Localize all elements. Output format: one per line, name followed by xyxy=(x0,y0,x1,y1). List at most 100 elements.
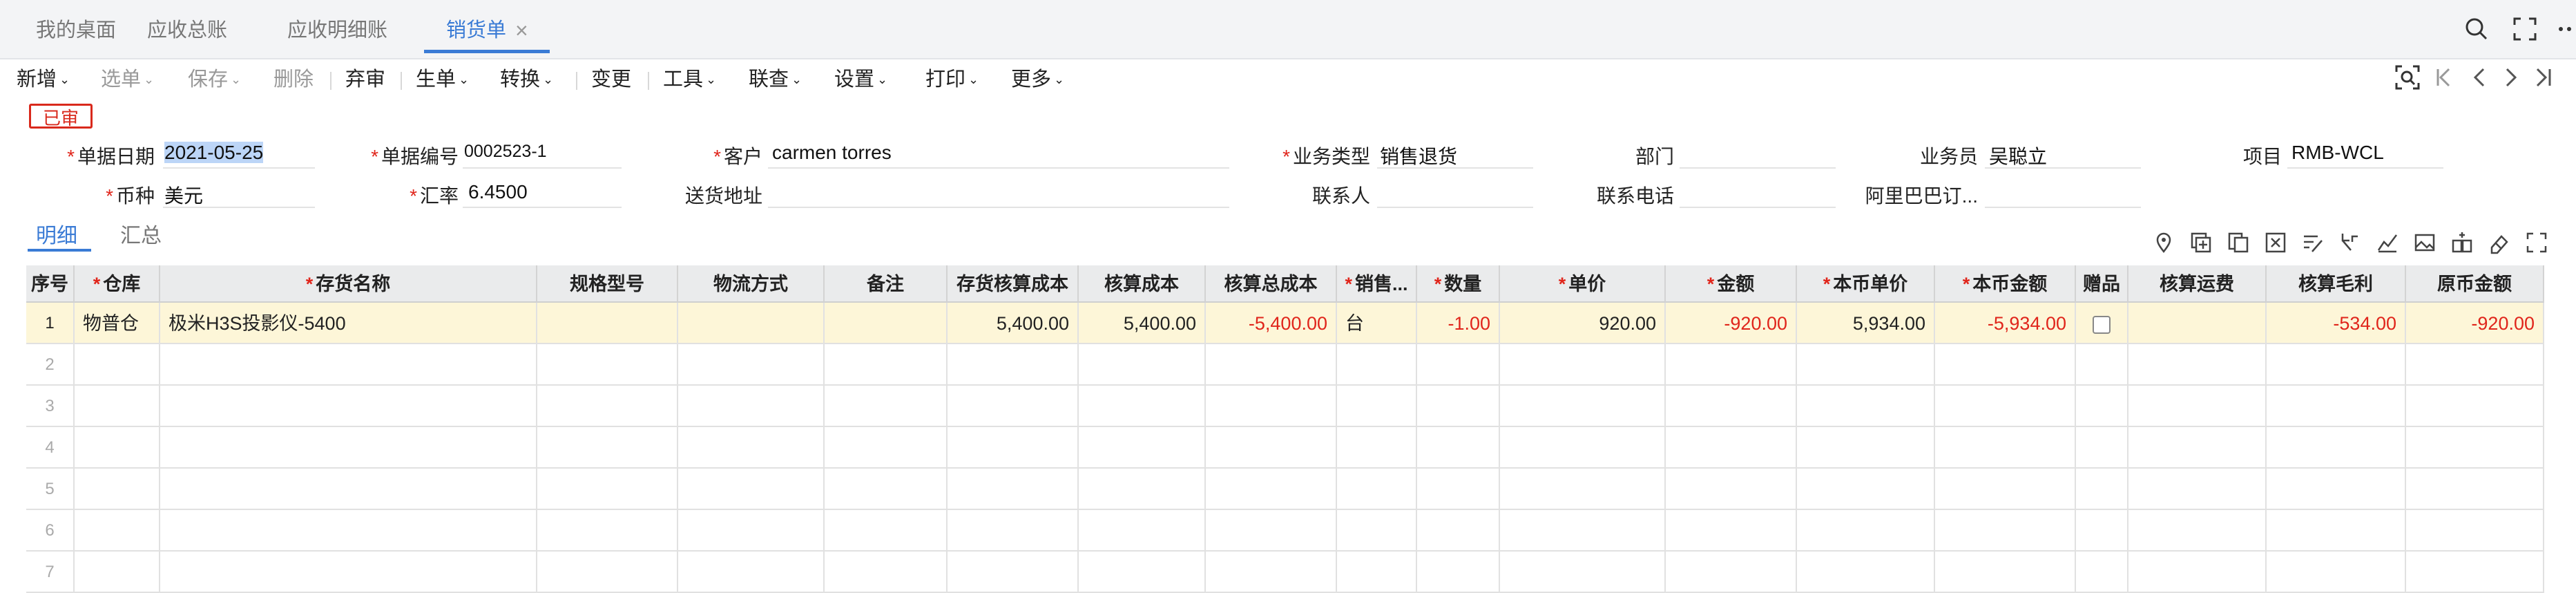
cell-spec[interactable] xyxy=(537,303,678,344)
cell-amount[interactable]: -920.00 xyxy=(1666,303,1797,344)
cell-spec[interactable] xyxy=(537,386,678,427)
cell-freight[interactable] xyxy=(2128,427,2267,469)
cell-inv_cost[interactable] xyxy=(948,386,1079,427)
subtab-summary[interactable]: 汇总 xyxy=(120,218,162,249)
cell-unit[interactable] xyxy=(1337,386,1417,427)
cell-amount[interactable] xyxy=(1666,427,1797,469)
customer-field[interactable]: carmen torres xyxy=(772,142,892,164)
cell-item[interactable]: 极米H3S投影仪-5400 xyxy=(160,303,537,344)
cell-unit[interactable] xyxy=(1337,469,1417,510)
col-header-price[interactable]: * 单价 xyxy=(1500,265,1666,303)
change-button[interactable]: 变更 xyxy=(591,58,631,101)
cell-amount[interactable] xyxy=(1666,469,1797,510)
settings-button[interactable]: 设置 ⌄ xyxy=(834,58,887,101)
search-icon[interactable] xyxy=(2463,15,2490,43)
doc-no-field[interactable]: 0002523-1 xyxy=(464,142,547,162)
cell-local_price[interactable]: 5,934.00 xyxy=(1797,303,1935,344)
cell-price[interactable] xyxy=(1500,552,1666,593)
cell-total_cost[interactable] xyxy=(1206,552,1337,593)
cell-freight[interactable] xyxy=(2128,510,2267,552)
cell-total_cost[interactable] xyxy=(1206,469,1337,510)
cell-inv_cost[interactable] xyxy=(948,552,1079,593)
cell-price[interactable] xyxy=(1500,344,1666,386)
col-header-inv_cost[interactable]: 存货核算成本 xyxy=(948,265,1079,303)
cell-item[interactable] xyxy=(160,552,537,593)
cell-orig_amount[interactable]: -920.00 xyxy=(2406,303,2544,344)
cell-unit[interactable] xyxy=(1337,510,1417,552)
cell-logistics[interactable] xyxy=(678,469,825,510)
col-header-remark[interactable]: 备注 xyxy=(825,265,948,303)
cell-gross_profit[interactable] xyxy=(2267,510,2406,552)
cell-cost[interactable] xyxy=(1079,386,1206,427)
col-header-logistics[interactable]: 物流方式 xyxy=(678,265,825,303)
cell-item[interactable] xyxy=(160,344,537,386)
cell-amount[interactable] xyxy=(1666,552,1797,593)
col-header-orig_amount[interactable]: 原币金额 xyxy=(2406,265,2544,303)
cell-warehouse[interactable] xyxy=(75,344,160,386)
cell-cost[interactable] xyxy=(1079,344,1206,386)
cell-gift[interactable] xyxy=(2076,510,2128,552)
salesman-field[interactable]: 吴聪立 xyxy=(1989,142,2047,169)
cell-cost[interactable] xyxy=(1079,427,1206,469)
cell-gift[interactable] xyxy=(2076,386,2128,427)
cell-orig_amount[interactable] xyxy=(2406,510,2544,552)
cell-orig_amount[interactable] xyxy=(2406,344,2544,386)
cell-amount[interactable] xyxy=(1666,510,1797,552)
col-header-warehouse[interactable]: * 仓库 xyxy=(75,265,160,303)
cell-cost[interactable] xyxy=(1079,552,1206,593)
cell-spec[interactable] xyxy=(537,344,678,386)
project-field[interactable]: RMB-WCL xyxy=(2291,142,2384,164)
cell-orig_amount[interactable] xyxy=(2406,427,2544,469)
cell-inv_cost[interactable] xyxy=(948,510,1079,552)
cell-qty[interactable]: -1.00 xyxy=(1417,303,1500,344)
cell-remark[interactable] xyxy=(825,427,948,469)
cell-item[interactable] xyxy=(160,510,537,552)
cell-local_amount[interactable] xyxy=(1935,552,2076,593)
image-icon[interactable] xyxy=(2413,231,2436,254)
cell-inv_cost[interactable]: 5,400.00 xyxy=(948,303,1079,344)
cell-orig_amount[interactable] xyxy=(2406,552,2544,593)
col-header-spec[interactable]: 规格型号 xyxy=(537,265,678,303)
cell-local_price[interactable] xyxy=(1797,386,1935,427)
cell-unit[interactable] xyxy=(1337,427,1417,469)
more-button[interactable]: 更多 ⌄ xyxy=(1011,58,1064,101)
query-button[interactable]: 联查 ⌄ xyxy=(749,58,802,101)
cell-freight[interactable] xyxy=(2128,469,2267,510)
cell-remark[interactable] xyxy=(825,386,948,427)
gift-checkbox[interactable] xyxy=(2093,315,2111,334)
cell-total_cost[interactable] xyxy=(1206,427,1337,469)
eraser-icon[interactable] xyxy=(2488,231,2511,254)
currency-field[interactable]: 美元 xyxy=(164,181,203,209)
cell-orig_amount[interactable] xyxy=(2406,469,2544,510)
col-header-qty[interactable]: * 数量 xyxy=(1417,265,1500,303)
cell-remark[interactable] xyxy=(825,469,948,510)
select-button[interactable]: 选单 ⌄ xyxy=(101,58,154,101)
cell-price[interactable] xyxy=(1500,427,1666,469)
delete-row-icon[interactable] xyxy=(2264,231,2287,254)
cell-remark[interactable] xyxy=(825,303,948,344)
print-button[interactable]: 打印 ⌄ xyxy=(925,58,979,101)
cell-qty[interactable] xyxy=(1417,386,1500,427)
location-icon[interactable] xyxy=(2152,231,2175,254)
scan-icon[interactable] xyxy=(2394,64,2421,91)
col-header-seq[interactable]: 序号 xyxy=(26,265,75,303)
exchange-rate-field[interactable]: 6.4500 xyxy=(468,181,528,203)
col-header-item[interactable]: * 存货名称 xyxy=(160,265,537,303)
cell-freight[interactable] xyxy=(2128,386,2267,427)
cell-local_amount[interactable] xyxy=(1935,469,2076,510)
cell-inv_cost[interactable] xyxy=(948,427,1079,469)
prev-record-icon[interactable] xyxy=(2466,64,2493,91)
col-header-freight[interactable]: 核算运费 xyxy=(2128,265,2267,303)
cell-freight[interactable] xyxy=(2128,344,2267,386)
batch-edit-icon[interactable] xyxy=(2301,231,2325,254)
cell-local_amount[interactable] xyxy=(1935,386,2076,427)
cell-price[interactable] xyxy=(1500,510,1666,552)
fullscreen-icon[interactable] xyxy=(2511,15,2539,43)
cell-remark[interactable] xyxy=(825,510,948,552)
cell-unit[interactable]: 台 xyxy=(1337,303,1417,344)
col-header-total_cost[interactable]: 核算总成本 xyxy=(1206,265,1337,303)
cell-qty[interactable] xyxy=(1417,427,1500,469)
col-header-local_price[interactable]: * 本币单价 xyxy=(1797,265,1935,303)
cell-orig_amount[interactable] xyxy=(2406,386,2544,427)
cell-spec[interactable] xyxy=(537,469,678,510)
